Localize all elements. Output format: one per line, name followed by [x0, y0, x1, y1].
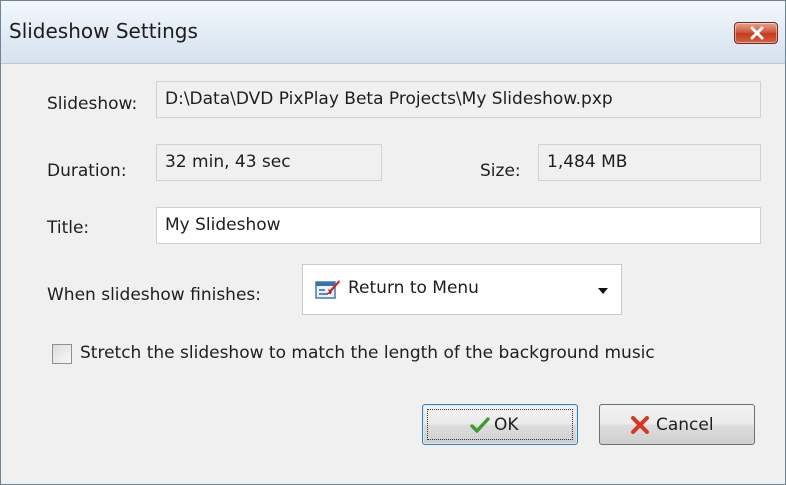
slideshow-settings-dialog: Slideshow Settings Slideshow: D:\Data\DV… [0, 0, 786, 485]
title-label: Title: [47, 218, 90, 238]
cancel-label: Cancel [656, 415, 714, 435]
ok-button[interactable]: OK [422, 404, 578, 445]
slideshow-path-field: D:\Data\DVD PixPlay Beta Projects\My Sli… [156, 81, 761, 118]
finish-action-dropdown[interactable]: Return to Menu [302, 264, 622, 315]
slideshow-label: Slideshow: [47, 94, 138, 114]
ok-label: OK [494, 415, 519, 435]
title-input[interactable]: My Slideshow [156, 207, 761, 244]
size-field: 1,484 MB [538, 144, 761, 181]
close-icon [750, 26, 764, 40]
close-button[interactable] [734, 22, 778, 44]
cancel-button[interactable]: Cancel [599, 404, 755, 445]
duration-label: Duration: [47, 161, 127, 181]
stretch-checkbox[interactable] [52, 344, 72, 364]
size-label: Size: [480, 161, 521, 181]
duration-field: 32 min, 43 sec [156, 144, 382, 181]
return-to-menu-icon [315, 279, 341, 305]
finish-action-selected: Return to Menu [348, 278, 479, 298]
x-icon [630, 416, 650, 439]
window-title: Slideshow Settings [9, 19, 198, 43]
checkmark-icon [470, 416, 490, 439]
stretch-label[interactable]: Stretch the slideshow to match the lengt… [80, 343, 655, 363]
finish-action-label: When slideshow finishes: [47, 285, 261, 305]
title-bar[interactable]: Slideshow Settings [1, 1, 785, 64]
chevron-down-icon[interactable] [597, 287, 609, 295]
